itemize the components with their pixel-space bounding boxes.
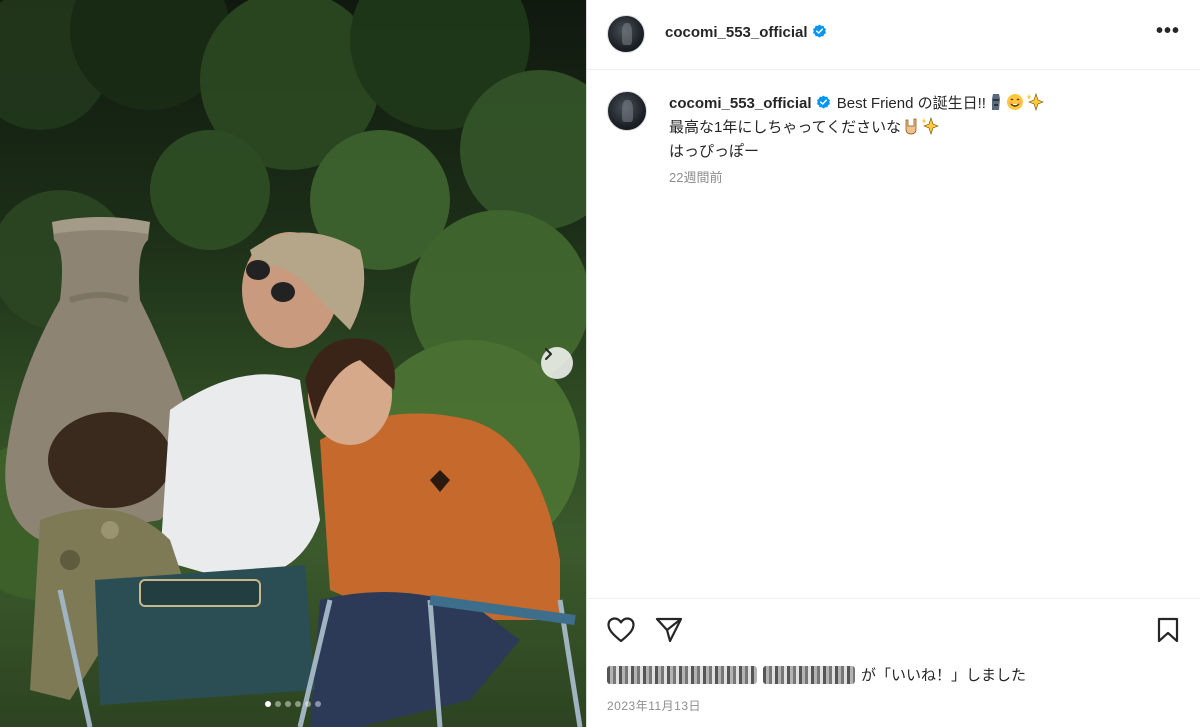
avatar[interactable] — [607, 15, 645, 53]
carousel-indicator — [0, 701, 586, 707]
photo-scene — [0, 0, 586, 727]
carousel-dot — [295, 701, 301, 707]
post-header: cocomi_553_official ••• — [587, 0, 1200, 70]
post-date: 2023年11月13日 — [607, 699, 702, 713]
verified-badge-icon — [816, 95, 830, 109]
caption-text: cocomi_553_official Best Friend の誕生日!! 最… — [669, 93, 1169, 162]
caption-line-3: はっぴっぽー — [669, 143, 760, 160]
post-actions — [587, 598, 1200, 658]
post-photo[interactable] — [0, 0, 586, 727]
username-text: cocomi_553_official — [665, 24, 808, 41]
liked-by-summary[interactable]: が「いいね！」しました — [607, 664, 1026, 685]
sparkles-emoji-icon — [921, 117, 939, 141]
carousel-dot — [305, 701, 311, 707]
carousel-dot — [315, 701, 321, 707]
like-button[interactable] — [607, 617, 635, 648]
share-button[interactable] — [655, 617, 683, 648]
chevron-right-icon — [545, 348, 552, 360]
caption-line-1: Best Friend の誕生日!! — [836, 95, 986, 112]
username-link[interactable]: cocomi_553_official — [665, 24, 827, 41]
smiling-face-emoji-icon — [1006, 93, 1024, 117]
liked-by-text: が「いいね！」しました — [861, 667, 1027, 684]
redacted-username — [607, 665, 757, 684]
paper-plane-icon — [655, 617, 683, 643]
carousel-dot — [265, 701, 271, 707]
more-options-button[interactable]: ••• — [1156, 21, 1180, 41]
heart-outline-icon — [607, 617, 635, 643]
carousel-next-button[interactable] — [541, 347, 573, 379]
carousel-dot — [285, 701, 291, 707]
moai-emoji-icon — [988, 93, 1004, 117]
post-timestamp[interactable]: 22週間前 — [669, 167, 722, 186]
verified-badge-icon — [812, 24, 826, 38]
caption-username-link[interactable]: cocomi_553_official — [669, 95, 831, 112]
post-caption: cocomi_553_official Best Friend の誕生日!! 最… — [587, 71, 1200, 598]
post-side-panel: cocomi_553_official ••• cocomi_553_offic… — [587, 0, 1200, 727]
caption-line-2: 最高な1年にしちゃってくださいな — [669, 119, 902, 136]
bookmark-outline-icon — [1157, 617, 1179, 643]
caption-username-text: cocomi_553_official — [669, 95, 812, 112]
redacted-username — [763, 665, 855, 684]
avatar[interactable] — [607, 91, 647, 131]
save-button[interactable] — [1156, 617, 1180, 648]
sparkles-emoji-icon — [1025, 93, 1044, 117]
carousel-dot — [275, 701, 281, 707]
sign-of-horns-emoji-icon — [903, 117, 919, 141]
